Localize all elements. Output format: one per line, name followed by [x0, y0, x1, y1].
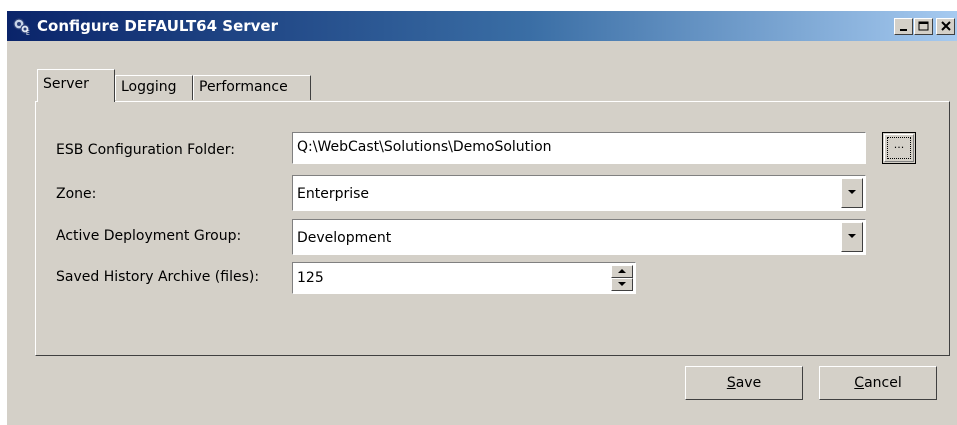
chevron-down-icon [848, 234, 856, 238]
deployment-group-select[interactable]: Development [292, 219, 866, 255]
configure-server-dialog: E Configure DEFAULT64 Server Server Logg… [6, 10, 957, 425]
server-tab-panel: ESB Configuration Folder: Q:\WebCast\Sol… [35, 101, 950, 356]
zone-label: Zone: [56, 186, 97, 202]
tab-logging[interactable]: Logging [115, 75, 193, 100]
tab-label: Performance [199, 79, 288, 95]
maximize-button[interactable] [914, 18, 933, 35]
tab-label: Server [43, 76, 89, 92]
zone-select[interactable]: Enterprise [292, 175, 866, 211]
tab-server[interactable]: Server [37, 69, 115, 102]
history-archive-value: 125 [297, 270, 324, 286]
cancel-label-rest: ancel [864, 375, 902, 391]
spin-buttons [611, 265, 633, 291]
maximize-icon [918, 21, 929, 31]
minimize-icon [900, 29, 907, 31]
cancel-button[interactable]: Cancel [819, 366, 937, 400]
deployment-group-dropdown-button[interactable] [841, 222, 863, 252]
esb-folder-value: Q:\WebCast\Solutions\DemoSolution [297, 139, 552, 155]
esb-folder-input[interactable]: Q:\WebCast\Solutions\DemoSolution [292, 132, 866, 164]
zone-value: Enterprise [297, 186, 370, 202]
title-bar[interactable]: E Configure DEFAULT64 Server [7, 11, 957, 41]
save-mnemonic: S [726, 375, 736, 391]
gears-app-icon: E [11, 16, 33, 37]
window-title: Configure DEFAULT64 Server [37, 17, 278, 35]
tab-performance[interactable]: Performance [193, 75, 311, 100]
chevron-down-icon [848, 190, 856, 194]
svg-text:E: E [26, 30, 30, 36]
cancel-mnemonic: C [854, 375, 865, 391]
deployment-group-value: Development [297, 230, 392, 246]
close-button[interactable] [936, 18, 955, 35]
deployment-group-label: Active Deployment Group: [56, 228, 242, 244]
spin-down-button[interactable] [611, 278, 633, 291]
esb-folder-label: ESB Configuration Folder: [56, 142, 235, 158]
tab-label: Logging [121, 79, 177, 95]
history-archive-spinner[interactable]: 125 [292, 262, 636, 294]
arrow-down-icon [618, 282, 626, 286]
browse-button-label: ... [887, 137, 911, 159]
history-archive-label: Saved History Archive (files): [56, 269, 260, 285]
minimize-button[interactable] [894, 18, 913, 35]
caption-buttons [893, 18, 955, 36]
zone-dropdown-button[interactable] [841, 178, 863, 208]
save-label-rest: ave [735, 375, 762, 391]
browse-folder-button[interactable]: ... [882, 132, 916, 164]
save-button[interactable]: Save [685, 366, 803, 400]
spin-up-button[interactable] [611, 265, 633, 278]
arrow-up-icon [618, 269, 626, 273]
close-icon [941, 21, 951, 31]
